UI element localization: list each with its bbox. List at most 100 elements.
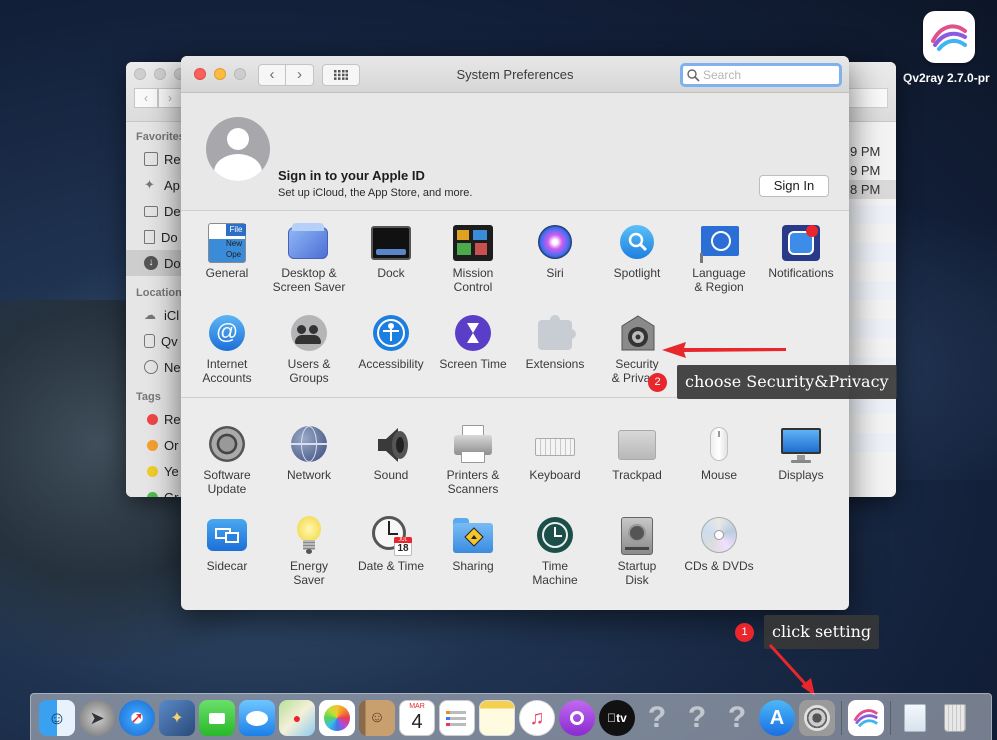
dock-contacts[interactable]: ☺: [357, 698, 397, 738]
search-field[interactable]: [680, 63, 842, 87]
pane-mouse[interactable]: Mouse: [678, 425, 760, 516]
dock-unknown-app[interactable]: ?: [717, 698, 757, 738]
dock-qv2ray[interactable]: [846, 698, 886, 738]
dock-icon: [370, 223, 412, 263]
dock-photos[interactable]: [317, 698, 357, 738]
pane-sidecar[interactable]: Sidecar: [186, 516, 268, 607]
accessibility-icon: [370, 314, 412, 354]
system-preferences-window[interactable]: ‹ › System Preferences Sign in to your A…: [181, 56, 849, 610]
dock-items: ☺➤➚✦●☺MAR4♫tv???A: [37, 698, 975, 738]
pane-trackpad[interactable]: Trackpad: [596, 425, 678, 516]
dock-finder[interactable]: ☺: [37, 698, 77, 738]
dock-photo-preview[interactable]: ✦: [157, 698, 197, 738]
downloads-icon: ↓: [144, 256, 158, 270]
siri-icon: [534, 223, 576, 263]
pane-network[interactable]: Network: [268, 425, 350, 516]
dock-messages[interactable]: [237, 698, 277, 738]
pane-internet[interactable]: @ Internet Accounts: [186, 314, 268, 405]
sidebar-item-documents[interactable]: Do: [126, 224, 181, 250]
desktop-app-label: Qv2ray 2.7.0-pr: [903, 71, 990, 85]
dock-trash[interactable]: [935, 698, 975, 738]
sidebar-tag-orange[interactable]: Or: [126, 432, 181, 458]
safari-icon: ➚: [119, 700, 155, 736]
favorites-heading: Favorites: [136, 131, 185, 143]
sidebar-tag-green[interactable]: Gr: [126, 484, 181, 497]
pane-label: Mission Control: [452, 266, 494, 294]
dock-safari[interactable]: ➚: [117, 698, 157, 738]
pane-label: Sharing: [452, 559, 494, 573]
avatar: [206, 117, 270, 181]
dock-unknown-app[interactable]: ?: [637, 698, 677, 738]
mouse-icon: [698, 425, 740, 465]
dock-facetime[interactable]: [197, 698, 237, 738]
unknown-app-icon: ?: [687, 701, 707, 734]
pane-energy[interactable]: Energy Saver: [268, 516, 350, 607]
finder-search-field[interactable]: [846, 88, 888, 108]
pane-label: Keyboard: [529, 468, 581, 482]
pane-datetime[interactable]: JUL 18 Date & Time: [350, 516, 432, 607]
finder-back-button[interactable]: ‹: [134, 88, 158, 108]
sidebar-tag-red[interactable]: Re: [126, 406, 181, 432]
pane-extensions[interactable]: Extensions: [514, 314, 596, 405]
dock-podcasts[interactable]: [557, 698, 597, 738]
dock-downloads-stack[interactable]: [895, 698, 935, 738]
pane-keyboard[interactable]: Keyboard: [514, 425, 596, 516]
sidebar-item-recents[interactable]: Re: [126, 146, 181, 172]
pane-label: Accessibility: [358, 357, 424, 371]
file-row-time[interactable]: 9 PM: [846, 161, 896, 180]
sidebar-tag-yellow[interactable]: Ye: [126, 458, 181, 484]
pane-sharing[interactable]: Sharing: [432, 516, 514, 607]
file-row-time[interactable]: 8 PM: [846, 180, 896, 199]
pane-startup[interactable]: Startup Disk: [596, 516, 678, 607]
dock-calendar[interactable]: MAR 4: [397, 698, 437, 738]
pane-notifications[interactable]: Notifications: [760, 223, 842, 314]
extensions-icon: [534, 314, 576, 354]
file-row-time[interactable]: 9 PM: [846, 142, 896, 161]
tv-icon: tv: [599, 700, 635, 736]
pane-swupdate[interactable]: Software Update: [186, 425, 268, 516]
pane-general[interactable]: File New Ope General: [186, 223, 268, 314]
dock-tv[interactable]: tv: [597, 698, 637, 738]
pane-cds[interactable]: CDs & DVDs: [678, 516, 760, 607]
pane-screentime[interactable]: Screen Time: [432, 314, 514, 405]
timemachine-icon: [534, 516, 576, 556]
spotlight-icon: [616, 223, 658, 263]
pane-printers[interactable]: Printers & Scanners: [432, 425, 514, 516]
sidebar-item-desktop[interactable]: De: [126, 198, 181, 224]
keyboard-icon: [534, 425, 576, 465]
pane-displays[interactable]: Displays: [760, 425, 842, 516]
sidebar-item-qv2ray[interactable]: Qv: [126, 328, 181, 354]
dock-launchpad[interactable]: ➤: [77, 698, 117, 738]
app-store-icon: A: [759, 700, 795, 736]
disk-icon: [144, 334, 155, 348]
pane-siri[interactable]: Siri: [514, 223, 596, 314]
sidebar-item-network[interactable]: Ne: [126, 354, 181, 380]
pane-desktop[interactable]: Desktop & Screen Saver: [268, 223, 350, 314]
finder-forward-button[interactable]: ›: [158, 88, 182, 108]
search-input[interactable]: [703, 68, 823, 82]
dock-system-preferences[interactable]: [797, 698, 837, 738]
sidebar-item-downloads[interactable]: ↓ Do: [126, 250, 181, 276]
pane-accessibility[interactable]: Accessibility: [350, 314, 432, 405]
pane-sound[interactable]: Sound: [350, 425, 432, 516]
pane-mission[interactable]: Mission Control: [432, 223, 514, 314]
desktop-app-qv2ray[interactable]: Qv2ray 2.7.0-pr: [900, 8, 997, 85]
dock-reminders[interactable]: [437, 698, 477, 738]
energy-icon: [288, 516, 330, 556]
sidebar-item-applications[interactable]: ✦ Ap: [126, 172, 181, 198]
pane-language[interactable]: Language & Region: [678, 223, 760, 314]
pane-timemachine[interactable]: Time Machine: [514, 516, 596, 607]
dock-app-store[interactable]: A: [757, 698, 797, 738]
dock-music[interactable]: ♫: [517, 698, 557, 738]
pane-label: Displays: [778, 468, 824, 482]
pane-spotlight[interactable]: Spotlight: [596, 223, 678, 314]
dock-notes[interactable]: [477, 698, 517, 738]
row-stripe: [846, 281, 896, 300]
dock-unknown-app[interactable]: ?: [677, 698, 717, 738]
step-2-badge: 2: [648, 373, 667, 392]
dock-maps[interactable]: ●: [277, 698, 317, 738]
sidebar-item-icloud[interactable]: ☁ iCl: [126, 302, 181, 328]
pane-users[interactable]: Users & Groups: [268, 314, 350, 405]
pane-dock[interactable]: Dock: [350, 223, 432, 314]
sign-in-button[interactable]: Sign In: [759, 175, 829, 197]
